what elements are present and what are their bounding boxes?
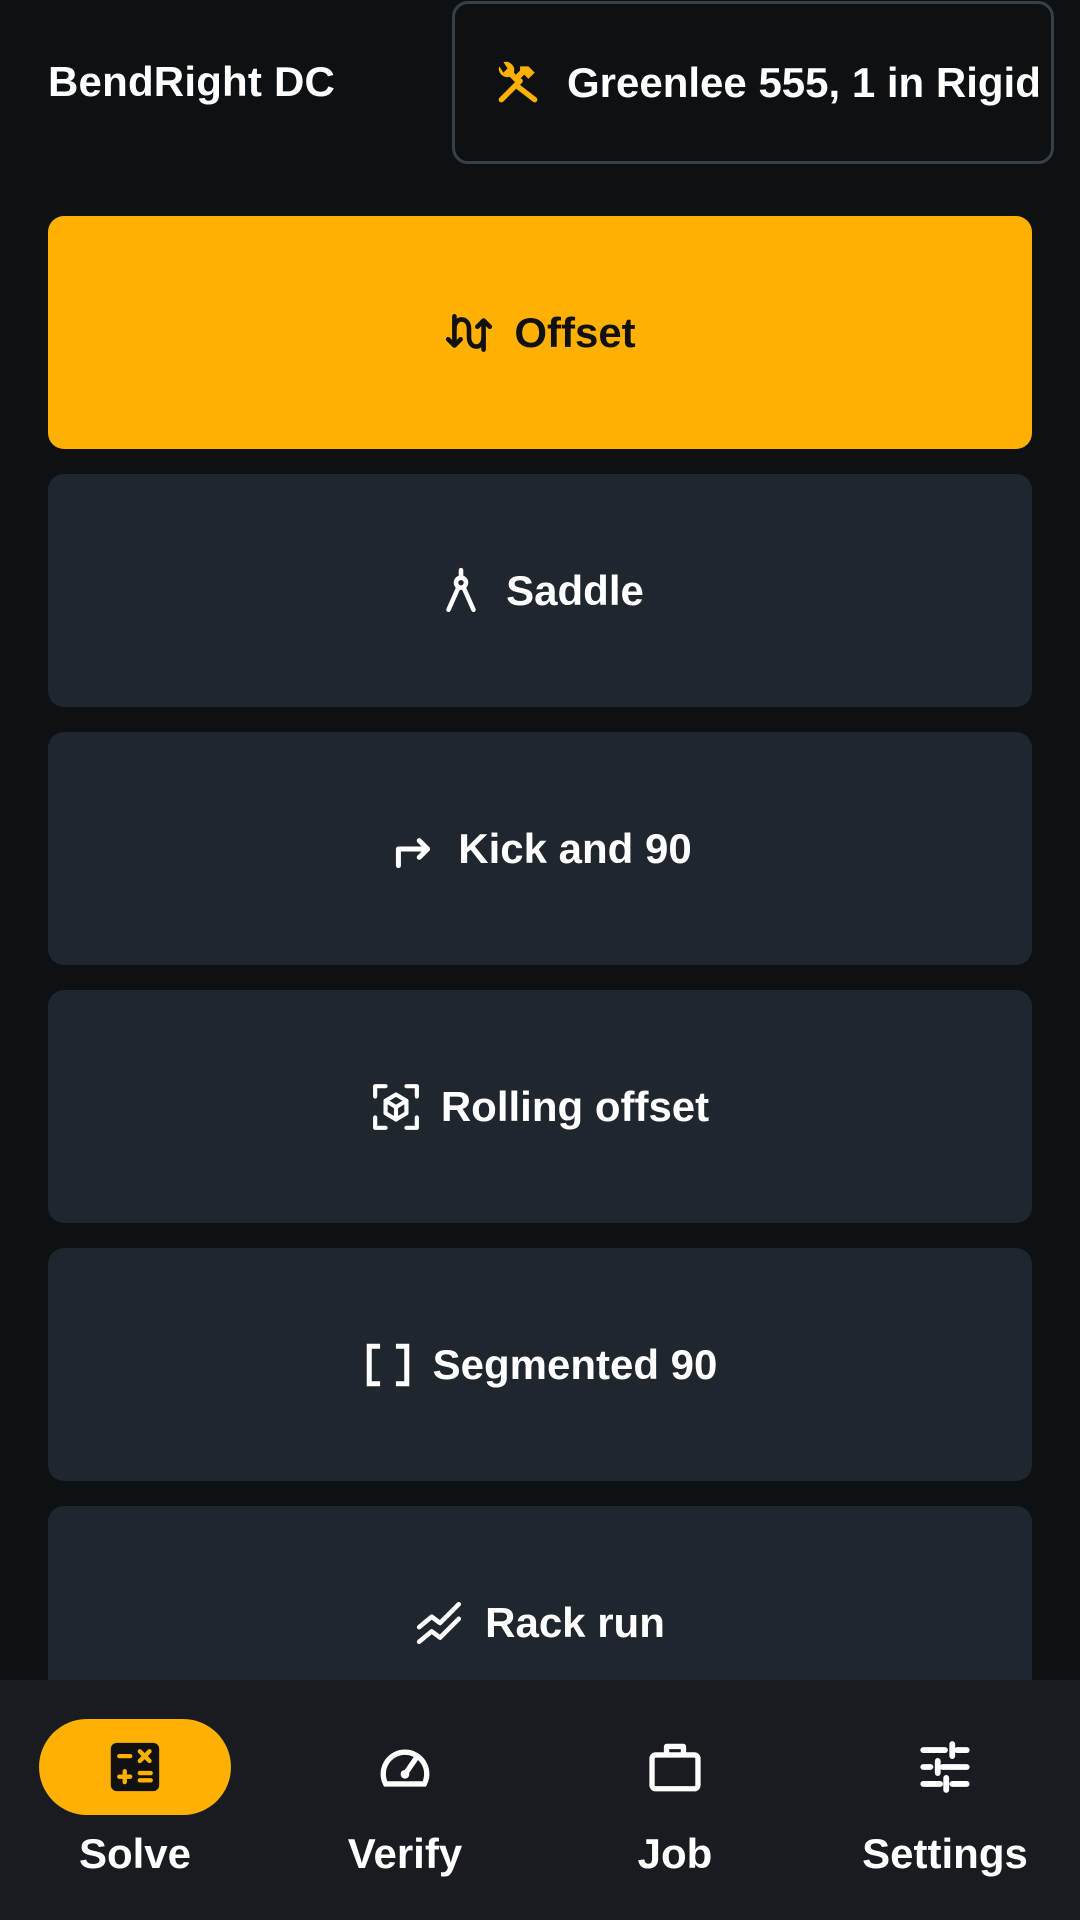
- nav-solve-pill[interactable]: [39, 1719, 231, 1815]
- nav-solve[interactable]: Solve: [0, 1680, 270, 1920]
- calculator-icon: [110, 1742, 160, 1792]
- nav-job-pill[interactable]: [579, 1719, 771, 1815]
- briefcase-icon: [649, 1743, 701, 1792]
- brackets-icon: [366, 1343, 409, 1386]
- nav-verify-pill[interactable]: [309, 1719, 501, 1815]
- calculator-label: Saddle: [506, 566, 644, 614]
- nav-settings-pill[interactable]: [849, 1719, 1041, 1815]
- nav-job[interactable]: Job: [540, 1680, 810, 1920]
- nav-label: Solve: [78, 1830, 192, 1877]
- nav-label: Settings: [862, 1830, 1028, 1877]
- saddle-button[interactable]: Saddle: [48, 474, 1032, 707]
- sliders-icon: [920, 1741, 970, 1793]
- calculator-list: Offset Saddle Kick and 90 Rolling offset…: [48, 216, 1032, 1764]
- nav-label: Job: [637, 1830, 713, 1877]
- nav-verify[interactable]: Verify: [270, 1680, 540, 1920]
- bender-label: Greenlee 555, 1 in Rigid: [567, 58, 1041, 106]
- gauge-icon: [380, 1749, 430, 1787]
- app-title: BendRight DC: [48, 58, 336, 105]
- calculator-label: Kick and 90: [458, 824, 692, 872]
- 3d-box-icon: [372, 1083, 419, 1130]
- zigzag-lines-icon: [417, 1601, 462, 1644]
- nav-settings[interactable]: Settings: [810, 1680, 1080, 1920]
- kick-and-90-button[interactable]: Kick and 90: [48, 732, 1032, 965]
- bender-selector-button[interactable]: Greenlee 555, 1 in Rigid: [452, 1, 1054, 164]
- nav-label: Verify: [347, 1830, 463, 1877]
- turn-right-arrow-icon: [396, 837, 431, 868]
- segmented-90-button[interactable]: Segmented 90: [48, 1248, 1032, 1481]
- calculator-label: Rack run: [485, 1598, 665, 1646]
- offset-button[interactable]: Offset: [48, 216, 1032, 449]
- calculator-label: Segmented 90: [432, 1340, 718, 1388]
- compass-icon: [446, 567, 476, 612]
- tools-icon: [498, 61, 538, 102]
- top-bar: BendRight DC Greenlee 555, 1 in Rigid: [0, 0, 1080, 170]
- rolling-offset-button[interactable]: Rolling offset: [48, 990, 1032, 1223]
- offset-arrows-icon: [446, 313, 493, 352]
- calculator-label: Rolling offset: [440, 1082, 710, 1130]
- calculator-label: Offset: [514, 308, 636, 356]
- app-root: BendRight DC Greenlee 555, 1 in Rigid Of…: [0, 0, 1080, 1920]
- bottom-navigation: Solve Verify Job Settings: [0, 1680, 1080, 1920]
